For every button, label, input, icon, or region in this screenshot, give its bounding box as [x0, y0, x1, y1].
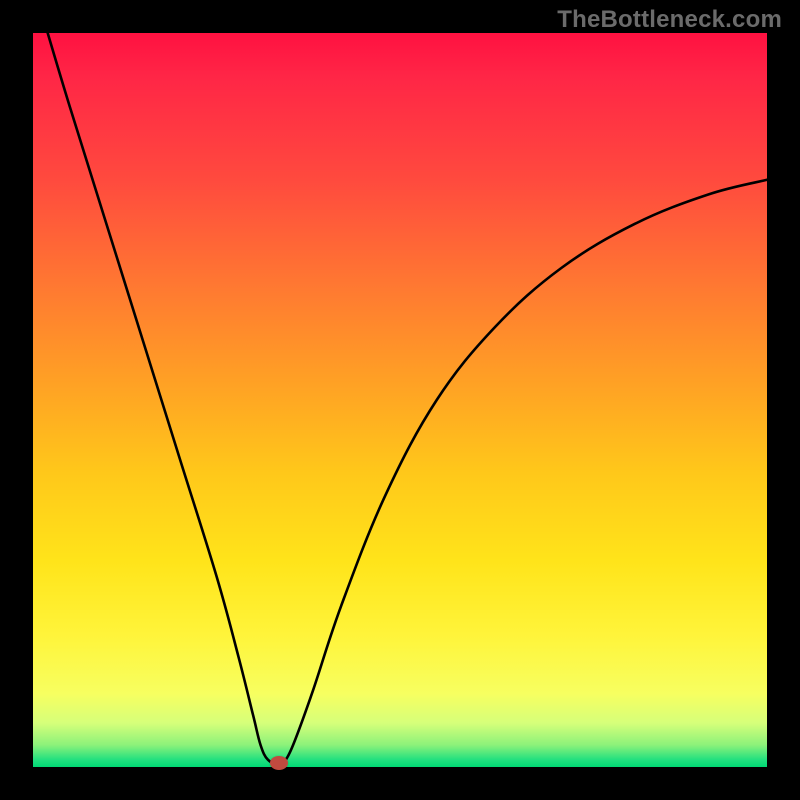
minimum-marker: [270, 756, 288, 770]
plot-area: [33, 33, 767, 767]
curve-path: [48, 33, 767, 764]
watermark-text: TheBottleneck.com: [557, 6, 782, 34]
chart-frame: TheBottleneck.com: [0, 0, 800, 800]
bottleneck-curve: [33, 33, 767, 767]
